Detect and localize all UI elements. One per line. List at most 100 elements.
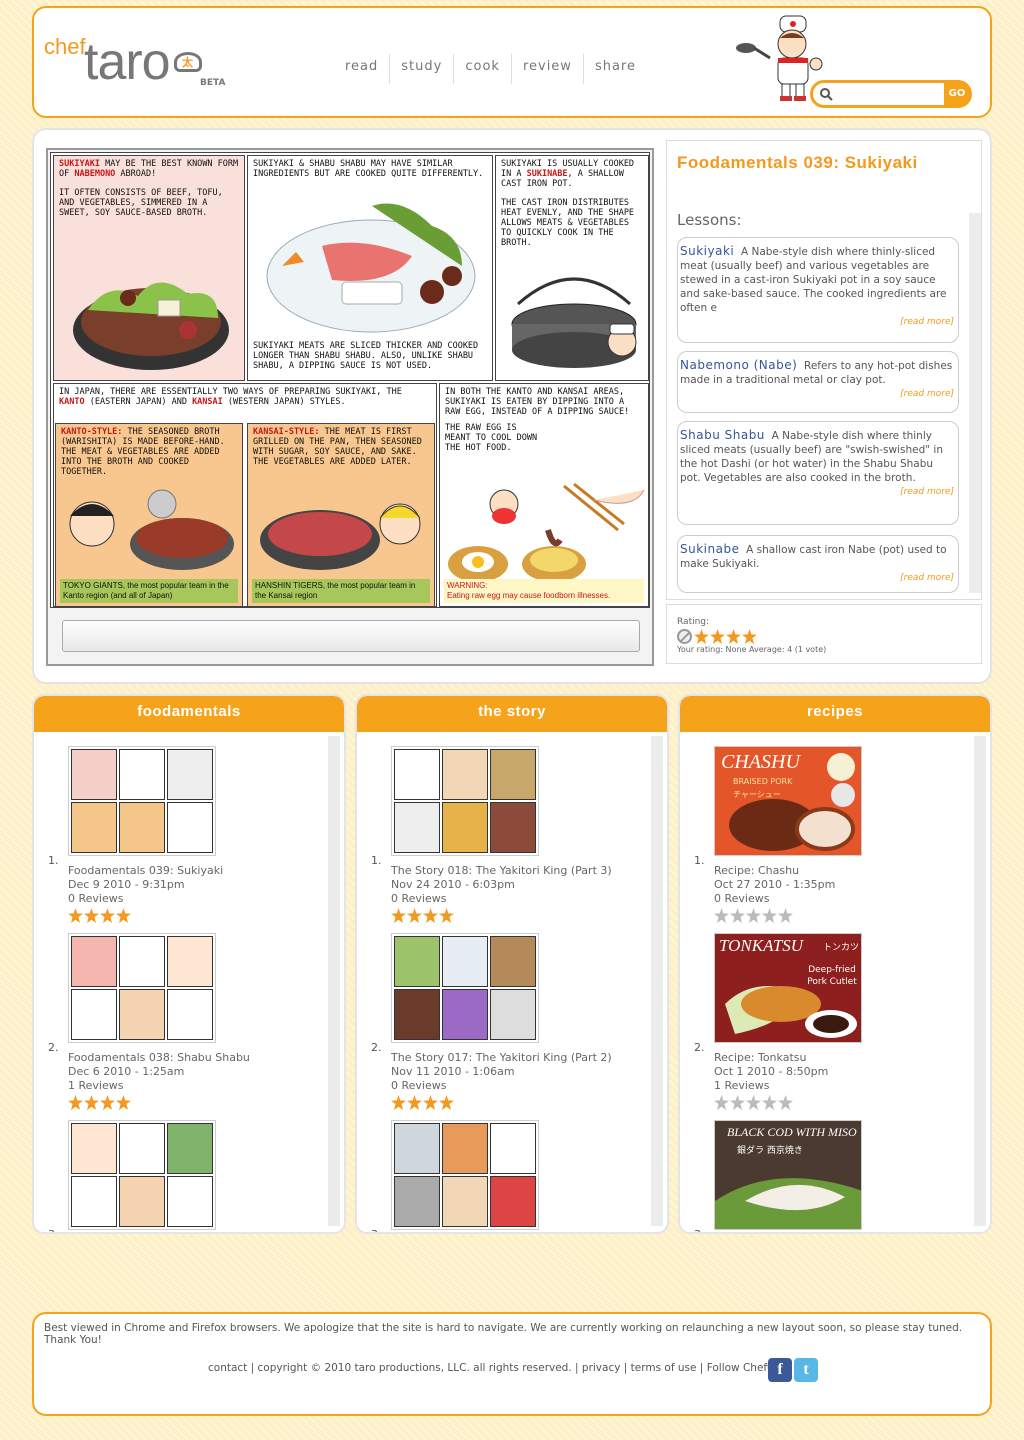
comic-caption: HANSHIN TIGERS, the most popular team in… xyxy=(252,579,430,603)
item-number: 1. xyxy=(48,854,59,867)
star-icon xyxy=(762,908,777,923)
item-date: Oct 27 2010 - 1:35pm xyxy=(714,878,836,891)
warning-heading: WARNING: xyxy=(447,581,488,590)
item-date: Nov 24 2010 - 6:03pm xyxy=(391,878,515,891)
list-item: 3. xyxy=(48,1120,328,1232)
contact-link[interactable]: contact xyxy=(208,1362,247,1374)
recipe-thumbnail[interactable]: TONKATSU トンカツ Deep-fried Pork Cutlet xyxy=(714,933,862,1043)
comic-text: SUKIYAKI & SHABU SHABU MAY HAVE SIMILAR … xyxy=(253,159,484,179)
star-icon xyxy=(714,1095,729,1110)
star-icon xyxy=(68,1095,83,1110)
comic-thumbnail[interactable] xyxy=(68,933,216,1043)
column-header[interactable]: foodamentals xyxy=(34,696,344,732)
column-header[interactable]: recipes xyxy=(680,696,990,732)
lessons-scrollbar[interactable] xyxy=(969,213,981,593)
column-header[interactable]: the story xyxy=(357,696,667,732)
cancel-rating-icon[interactable] xyxy=(677,629,692,644)
star-icon[interactable] xyxy=(742,629,757,644)
item-title-link[interactable]: The Story 017: The Yakitori King (Part 2… xyxy=(391,1051,612,1065)
read-more-link[interactable]: [read more] xyxy=(680,315,956,329)
lesson-term-link[interactable]: Sukinabe xyxy=(680,542,739,556)
column-scrollbar[interactable] xyxy=(328,736,340,1226)
twitter-icon[interactable]: t xyxy=(794,1358,818,1382)
thumb-subtitle: Deep-fried Pork Cutlet xyxy=(807,965,857,987)
item-title-link[interactable]: Foodamentals 038: Shabu Shabu xyxy=(68,1051,250,1065)
star-icon xyxy=(746,1095,761,1110)
warning-text: Eating raw egg may cause foodborn illnes… xyxy=(447,591,611,600)
recipe-thumbnail[interactable]: BLACK COD WITH MISO 銀ダラ 西京焼き xyxy=(714,1120,862,1230)
star-icon xyxy=(391,1095,406,1110)
comic-highlight: KANSAI-STYLE: xyxy=(253,427,320,437)
star-icon xyxy=(746,908,761,923)
comic-thumbnail[interactable] xyxy=(391,746,539,856)
comic-highlight: KANSAI xyxy=(192,397,223,407)
item-date: Oct 1 2010 - 8:50pm xyxy=(714,1065,829,1078)
star-icon xyxy=(423,1095,438,1110)
nav-share[interactable]: share xyxy=(584,54,647,84)
recipe-thumbnail[interactable]: CHASHU BRAISED PORK チャーシュー xyxy=(714,746,862,856)
list-item: 2. The Story 017: The Yakitori King (Par… xyxy=(371,933,651,1119)
read-more-link[interactable]: [read more] xyxy=(680,387,956,401)
comic-navigation-bar[interactable] xyxy=(62,620,640,652)
comic-highlight: SUKIYAKI xyxy=(59,159,100,169)
sukinabe-pot-illustration xyxy=(511,277,637,368)
search-input[interactable] xyxy=(837,85,945,103)
star-icon[interactable] xyxy=(710,629,725,644)
comic-text: IN BOTH THE KANTO AND KANSAI AREAS, SUKI… xyxy=(445,387,630,417)
nav-cook[interactable]: cook xyxy=(454,54,512,84)
star-icon xyxy=(407,908,422,923)
comic-highlight: KANTO-STYLE: xyxy=(61,427,123,437)
comic-thumbnail[interactable] xyxy=(391,933,539,1043)
star-icon xyxy=(730,1095,745,1110)
comic-thumbnail[interactable] xyxy=(68,746,216,856)
item-title-link[interactable]: Foodamentals 039: Sukiyaki xyxy=(68,864,223,878)
item-rating xyxy=(714,1095,794,1110)
star-icon[interactable] xyxy=(726,629,741,644)
terms-link[interactable]: terms of use xyxy=(631,1362,697,1374)
star-icon xyxy=(778,1095,793,1110)
comic-panel-2: SUKIYAKI & SHABU SHABU MAY HAVE SIMILAR … xyxy=(247,155,493,381)
comic-text: (EASTERN JAPAN) AND xyxy=(84,397,193,407)
lesson-term-link[interactable]: Shabu Shabu xyxy=(680,428,765,442)
sukiyaki-pot-illustration xyxy=(73,282,229,370)
item-reviews: 0 Reviews xyxy=(714,892,770,905)
recipes-column: recipes 1. CHASHU BRAISED PORK チャーシュー Re… xyxy=(678,694,992,1234)
privacy-link[interactable]: privacy xyxy=(582,1362,621,1374)
logo-beta-text: BETA xyxy=(200,78,226,88)
comic-page[interactable]: SUKIYAKI MAY BE THE BEST KNOWN FORM OF N… xyxy=(50,152,650,608)
item-title-link[interactable]: Recipe: Tonkatsu xyxy=(714,1051,806,1065)
item-title-link[interactable]: Recipe: Chashu xyxy=(714,864,799,878)
comic-thumbnail[interactable] xyxy=(68,1120,216,1230)
rating-meta: Your rating: None Average: 4 (1 vote) xyxy=(677,645,827,654)
logo-taro-text: taro xyxy=(84,33,171,91)
item-rating xyxy=(68,908,132,923)
list-item: 2. TONKATSU トンカツ Deep-fried Pork Cutlet … xyxy=(694,933,974,1119)
nav-study[interactable]: study xyxy=(390,54,455,84)
lesson-term-link[interactable]: Sukiyaki xyxy=(680,244,734,258)
comic-text: ABROAD! xyxy=(115,169,157,179)
star-icon xyxy=(778,908,793,923)
search-go-button[interactable]: GO xyxy=(944,82,970,106)
main-panel: SUKIYAKI MAY BE THE BEST KNOWN FORM OF N… xyxy=(32,128,992,684)
item-title-link[interactable]: The Story 018: The Yakitori King (Part 3… xyxy=(391,864,612,878)
the-story-column: the story 1. The Story 018: The Yakitori… xyxy=(355,694,669,1234)
logo-hat-mark: 太 xyxy=(182,56,193,69)
nav-read[interactable]: read xyxy=(334,54,391,84)
read-more-link[interactable]: [read more] xyxy=(680,485,956,499)
item-number: 3. xyxy=(371,1228,382,1232)
star-icon xyxy=(407,1095,422,1110)
column-scrollbar[interactable] xyxy=(651,736,663,1226)
star-icon xyxy=(439,1095,454,1110)
column-scrollbar[interactable] xyxy=(974,736,986,1226)
star-icon[interactable] xyxy=(694,629,709,644)
comic-thumbnail[interactable] xyxy=(391,1120,539,1230)
kansai-style-illustration xyxy=(260,503,421,570)
lesson-term-link[interactable]: Nabemono (Nabe) xyxy=(680,358,797,372)
comic-highlight: NABEMONO xyxy=(74,169,116,179)
star-icon xyxy=(714,908,729,923)
thumb-title: TONKATSU xyxy=(719,936,804,955)
read-more-link[interactable]: [read more] xyxy=(680,571,956,585)
cheftaro-logo[interactable]: chef taro 太 BETA xyxy=(42,18,232,98)
facebook-icon[interactable]: f xyxy=(768,1358,792,1382)
nav-review[interactable]: review xyxy=(512,54,584,84)
